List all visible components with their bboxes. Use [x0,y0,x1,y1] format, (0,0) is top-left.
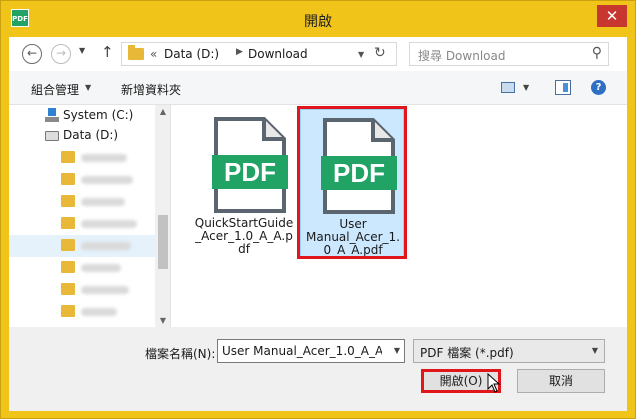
folder-icon [61,283,75,295]
organize-dropdown-icon[interactable]: ▼ [85,83,91,92]
breadcrumb-separator-icon[interactable]: ▶ [236,47,243,57]
blurred-folder-name [81,286,129,294]
tree-item-data-drive[interactable]: Data (D:) [9,125,155,147]
view-options-dropdown-icon[interactable]: ▼ [523,83,529,92]
address-dropdown-icon[interactable]: ▼ [358,50,364,59]
system-drive-icon [45,108,59,122]
navigation-bar: ← → ▼ ↑ « Data (D:) ▶ Download ▼ ↻ 搜尋 Do… [9,37,627,71]
file-type-select[interactable]: PDF 檔案 (*.pdf) ▼ [413,339,605,363]
scroll-down-icon[interactable]: ▼ [155,316,170,325]
toolbar: 組合管理 ▼ 新增資料夾 ▼ ? [9,71,627,105]
filename-field[interactable]: User Manual_Acer_1.0_A_A.pdf ▼ [217,339,405,363]
help-icon[interactable]: ? [591,80,606,95]
tree-item-blurred-folder[interactable] [9,257,155,279]
tree-item-blurred-folder[interactable] [9,213,155,235]
blurred-folder-name [81,154,127,162]
cancel-button[interactable]: 取消 [517,369,605,393]
dialog-body: ← → ▼ ↑ « Data (D:) ▶ Download ▼ ↻ 搜尋 Do… [9,37,627,411]
change-view-icon[interactable] [501,82,515,93]
address-overflow-chevron[interactable]: « [150,47,157,61]
open-file-dialog: PDF 開啟 ✕ ← → ▼ ↑ « Data (D:) ▶ Download … [0,0,636,419]
tree-item-blurred-folder[interactable] [9,169,155,191]
blurred-folder-name [81,264,121,272]
blurred-folder-name [81,308,117,316]
content-pane: System (C:) Data (D:) ▲ ▼ PDF QuickStart… [9,105,627,327]
dialog-title: 開啟 [304,14,332,30]
folder-icon [128,45,144,60]
search-icon[interactable]: ⚲ [592,45,602,61]
pdf-file-icon: PDF [212,117,288,213]
tree-item-system-drive[interactable]: System (C:) [9,105,155,127]
title-bar[interactable]: PDF 開啟 ✕ [1,1,635,37]
filename-dropdown-icon[interactable]: ▼ [394,346,400,355]
organize-button[interactable]: 組合管理 [31,81,79,98]
up-button[interactable]: ↑ [101,43,114,61]
folder-icon [61,261,75,273]
drive-icon [45,131,59,141]
pdf-icon-label: PDF [224,157,276,187]
breadcrumb-drive[interactable]: Data (D:) [164,47,219,61]
navigation-tree: System (C:) Data (D:) ▲ ▼ [9,105,171,327]
filename-label: 檔案名稱(N): [145,347,216,361]
scrollbar-thumb[interactable] [158,215,168,269]
folder-icon [61,151,75,163]
tree-item-blurred-folder-selected[interactable] [9,235,155,257]
file-name: QuickStartGuide _Acer_1.0_A_A.p df [194,216,294,256]
folder-icon [61,195,75,207]
close-button[interactable]: ✕ [597,5,627,27]
tree-item-label: System (C:) [63,108,134,122]
filename-value: User Manual_Acer_1.0_A_A.pdf [222,344,382,358]
folder-icon [61,305,75,317]
file-type-dropdown-icon[interactable]: ▼ [592,346,598,355]
folder-icon [61,173,75,185]
preview-pane-icon[interactable] [555,80,571,95]
address-bar[interactable]: « Data (D:) ▶ Download ▼ ↻ [121,42,397,66]
recent-locations-dropdown-icon[interactable]: ▼ [79,46,85,55]
tree-item-blurred-folder[interactable] [9,191,155,213]
search-input[interactable]: 搜尋 Download ⚲ [409,42,609,66]
scroll-up-icon[interactable]: ▲ [155,107,170,116]
blurred-folder-name [81,220,137,228]
file-list: PDF QuickStartGuide _Acer_1.0_A_A.p df P… [172,105,627,327]
blurred-folder-name [81,198,125,206]
back-button[interactable]: ← [22,44,42,64]
tree-item-blurred-folder[interactable] [9,279,155,301]
tree-item-blurred-folder[interactable] [9,147,155,169]
file-type-value: PDF 檔案 (*.pdf) [420,346,514,360]
tree-item-blurred-folder[interactable] [9,301,155,323]
blurred-folder-name [81,176,133,184]
forward-button[interactable]: → [51,44,71,64]
file-item[interactable]: PDF QuickStartGuide _Acer_1.0_A_A.p df [192,109,296,259]
refresh-button[interactable]: ↻ [374,45,386,61]
highlight-box [297,106,407,259]
folder-icon [61,239,75,251]
new-folder-button[interactable]: 新增資料夾 [121,81,181,98]
mouse-cursor-icon [487,373,501,393]
tree-scrollbar[interactable]: ▲ ▼ [155,105,170,327]
search-placeholder: 搜尋 Download [418,49,506,63]
breadcrumb-folder[interactable]: Download [248,47,308,61]
blurred-folder-name [81,242,131,250]
folder-icon [61,217,75,229]
tree-item-label: Data (D:) [63,128,119,142]
